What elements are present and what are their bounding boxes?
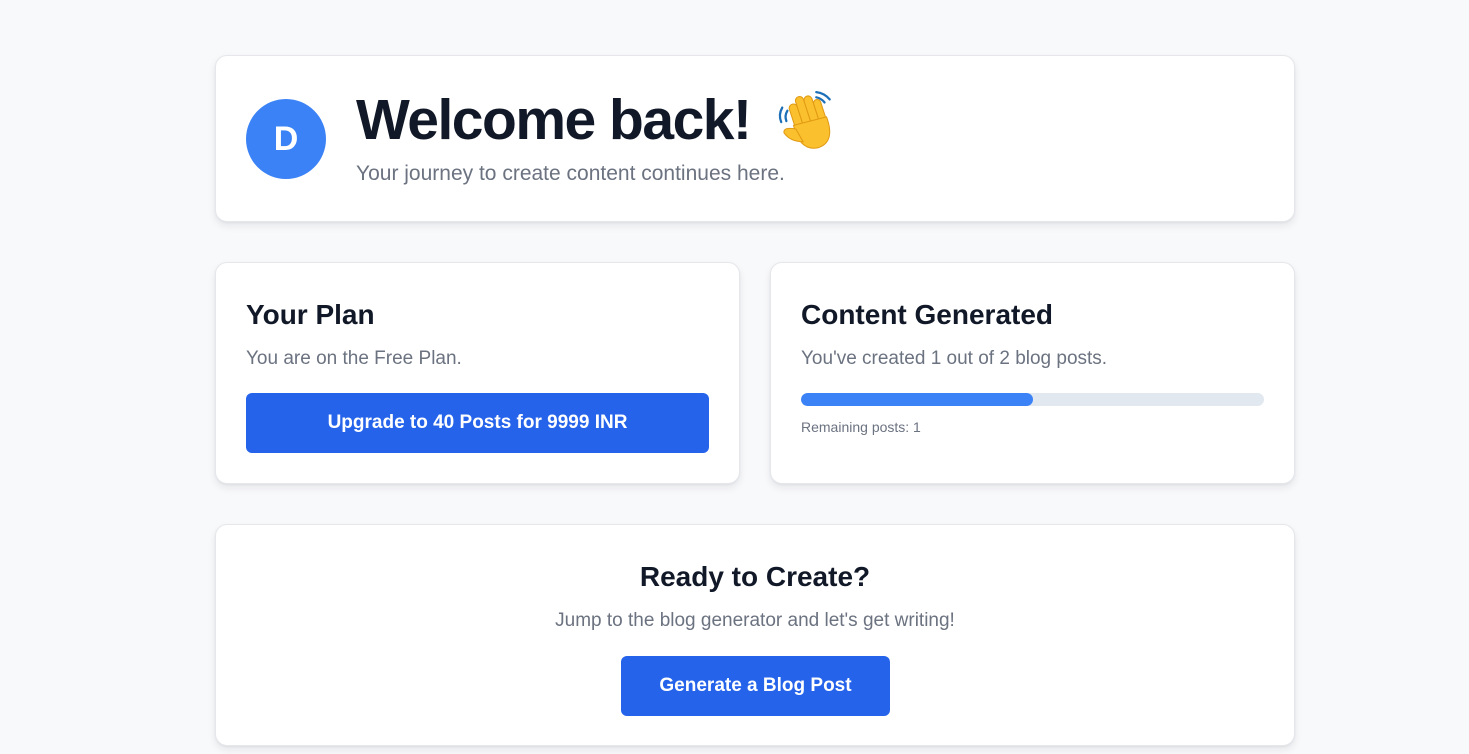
waving-hand-icon <box>779 91 832 149</box>
ready-to-create-card: Ready to Create? Jump to the blog genera… <box>215 524 1295 746</box>
welcome-subtitle: Your journey to create content continues… <box>356 162 785 185</box>
content-generated-card: Content Generated You've created 1 out o… <box>770 262 1295 484</box>
welcome-title-row: Welcome back! <box>356 84 840 156</box>
content-generated-title: Content Generated <box>801 299 1054 330</box>
upgrade-button[interactable]: Upgrade to 40 Posts for 9999 INR <box>246 393 709 453</box>
progress-bar <box>801 393 1264 406</box>
generate-blog-post-button[interactable]: Generate a Blog Post <box>621 656 890 716</box>
plan-description: You are on the Free Plan. <box>246 348 462 369</box>
plan-card: Your Plan You are on the Free Plan. Upgr… <box>215 262 740 484</box>
page-title: Welcome back! <box>356 88 752 152</box>
progress-bar-fill <box>801 393 1033 406</box>
content-generated-description: You've created 1 out of 2 blog posts. <box>801 348 1108 369</box>
cta-description: Jump to the blog generator and let's get… <box>555 610 955 631</box>
remaining-posts-text: Remaining posts: 1 <box>801 419 921 435</box>
plan-title: Your Plan <box>246 299 375 330</box>
cta-title: Ready to Create? <box>639 561 871 592</box>
avatar[interactable]: D <box>246 99 326 179</box>
welcome-card: D Welcome back! Your journey to create c… <box>215 55 1295 222</box>
